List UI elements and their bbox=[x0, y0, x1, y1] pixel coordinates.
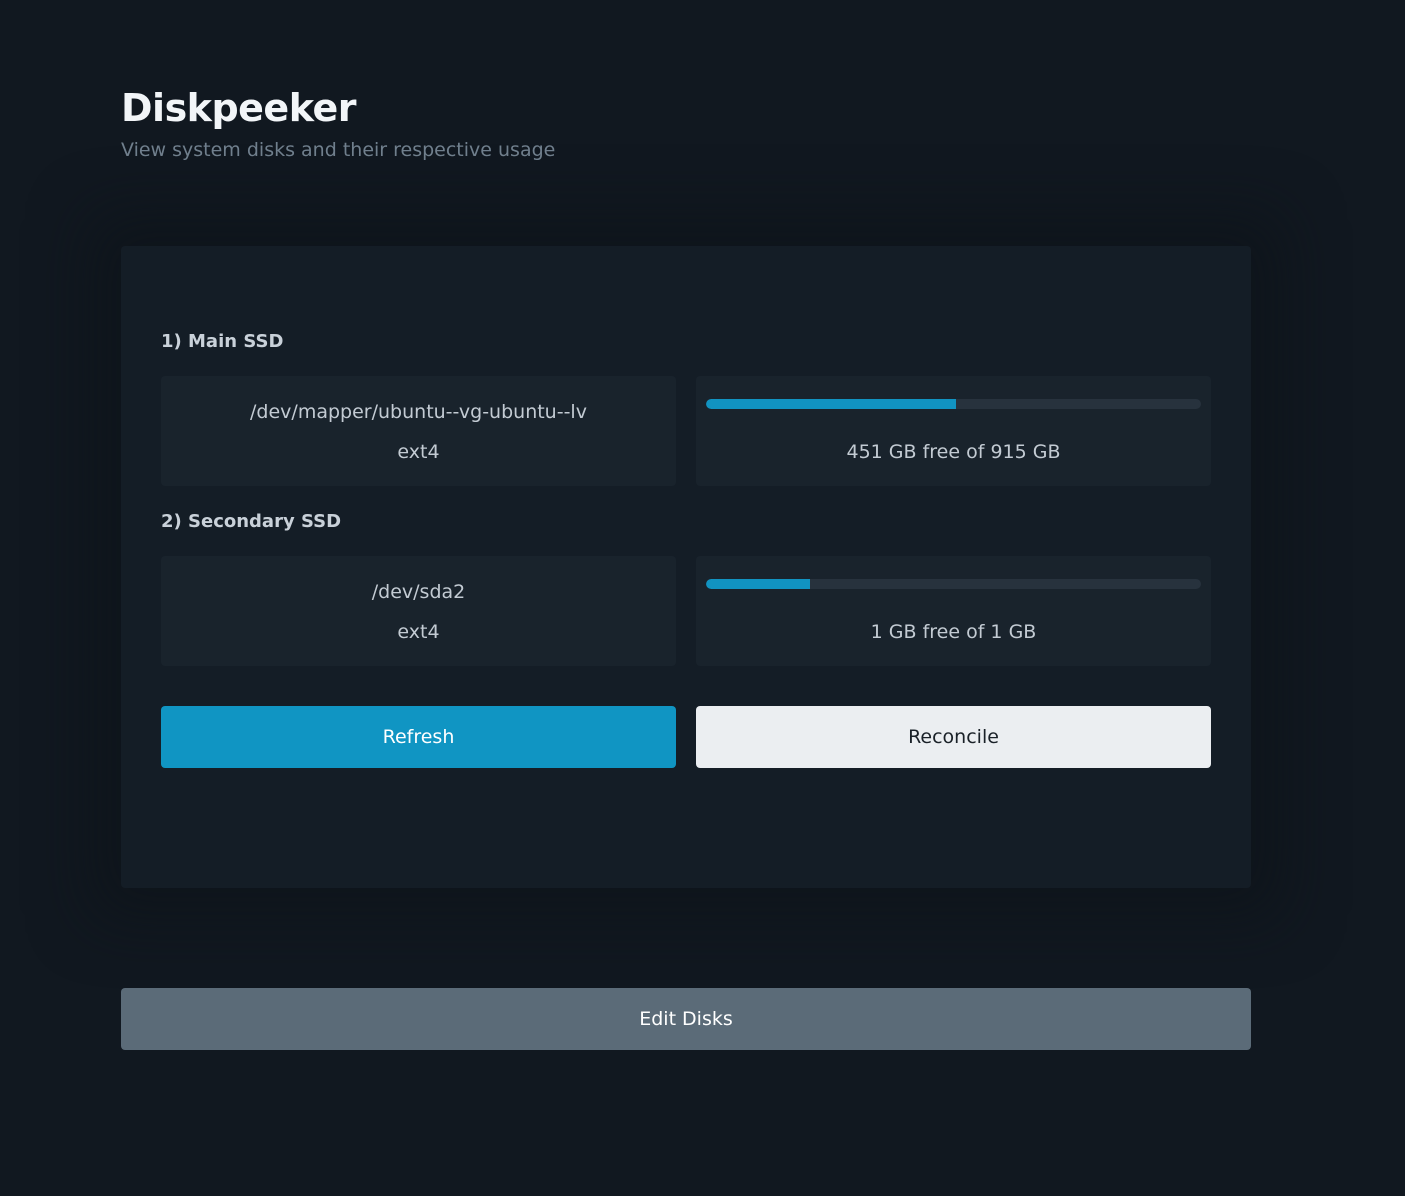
app-root: Diskpeeker View system disks and their r… bbox=[0, 0, 1405, 1196]
usage-text: 451 GB free of 915 GB bbox=[846, 441, 1061, 463]
disk-usage-card: 451 GB free of 915 GB bbox=[696, 376, 1211, 486]
usage-bar-track bbox=[706, 579, 1201, 589]
disk-info-card: /dev/sda2 ext4 bbox=[161, 556, 676, 666]
usage-text: 1 GB free of 1 GB bbox=[870, 621, 1037, 643]
refresh-button[interactable]: Refresh bbox=[161, 706, 676, 768]
disks-panel: 1) Main SSD /dev/mapper/ubuntu--vg-ubunt… bbox=[121, 246, 1251, 888]
reconcile-button[interactable]: Reconcile bbox=[696, 706, 1211, 768]
disk-usage-card: 1 GB free of 1 GB bbox=[696, 556, 1211, 666]
disk-path: /dev/sda2 bbox=[371, 581, 466, 603]
page-title: Diskpeeker bbox=[121, 86, 356, 130]
edit-disks-button[interactable]: Edit Disks bbox=[121, 988, 1251, 1050]
disk-heading: 2) Secondary SSD bbox=[161, 511, 342, 532]
disk-fstype: ext4 bbox=[397, 621, 440, 643]
usage-bar-fill bbox=[706, 399, 956, 409]
disk-fstype: ext4 bbox=[397, 441, 440, 463]
disk-info-card: /dev/mapper/ubuntu--vg-ubuntu--lv ext4 bbox=[161, 376, 676, 486]
page-subtitle: View system disks and their respective u… bbox=[121, 139, 556, 161]
page-header: Diskpeeker View system disks and their r… bbox=[121, 84, 555, 162]
usage-bar-fill bbox=[706, 579, 810, 589]
disk-heading: 1) Main SSD bbox=[161, 331, 284, 352]
disk-path: /dev/mapper/ubuntu--vg-ubuntu--lv bbox=[250, 401, 587, 423]
usage-bar-track bbox=[706, 399, 1201, 409]
